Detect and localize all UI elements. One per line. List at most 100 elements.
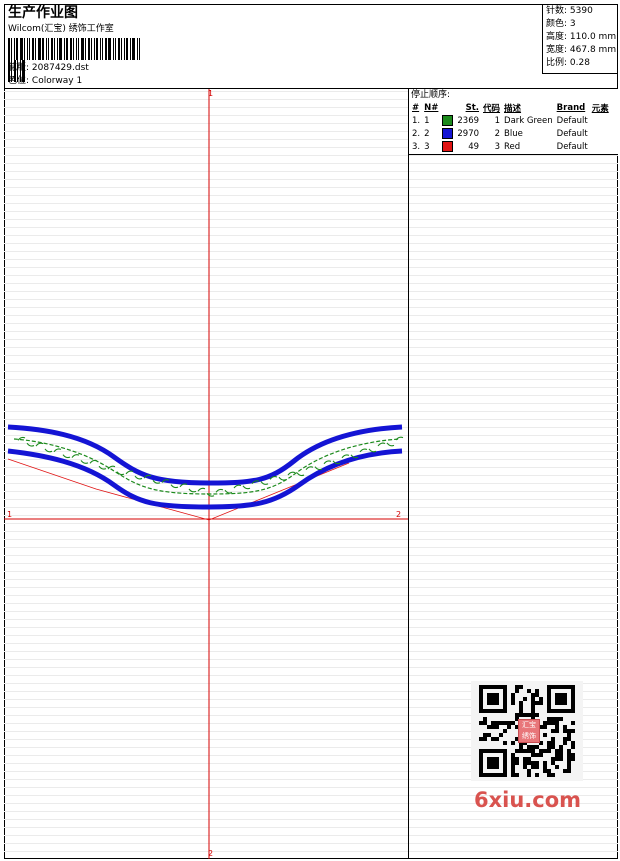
qr-module <box>527 769 531 773</box>
qr-module <box>531 701 535 705</box>
qr-module <box>519 709 523 713</box>
qr-module <box>535 773 539 777</box>
col-brand: Brand <box>556 102 586 113</box>
vine-leaf <box>323 460 332 465</box>
qr-module <box>515 757 519 761</box>
row-stitches: 2369 <box>457 115 480 126</box>
vine-leaf <box>26 442 35 447</box>
row-brand: Default <box>556 115 588 126</box>
stat-width-value: 467.8 mm <box>569 45 617 55</box>
qr-module <box>527 689 531 693</box>
qr-module <box>523 765 527 769</box>
qr-module <box>531 709 535 713</box>
color-swatch <box>442 128 454 139</box>
qr-module <box>479 721 483 725</box>
qr-module <box>479 737 483 741</box>
qr-module <box>523 713 527 717</box>
vine-leaf <box>197 487 206 492</box>
page-title: 生产作业图 <box>8 5 78 21</box>
vine-leaf <box>368 448 377 453</box>
col-stitches: St. <box>465 102 480 113</box>
axis-h-right-label: 2 <box>396 510 402 519</box>
row-brand: Default <box>556 128 588 139</box>
vine-leaf <box>62 454 71 459</box>
vine-leaf <box>386 442 395 447</box>
qr-module <box>567 765 571 769</box>
vine-leaf <box>98 465 107 470</box>
qr-module <box>551 737 555 741</box>
qr-module <box>551 721 555 725</box>
qr-module <box>559 749 563 753</box>
qr-module <box>547 741 551 745</box>
vine-leaf <box>125 470 134 475</box>
qr-module <box>539 749 543 753</box>
stat-colors-label: 颜色: <box>546 19 568 29</box>
stop-sequence-title: 停止顺序: <box>411 90 451 100</box>
row-swatch <box>440 140 455 153</box>
vine-leaf <box>224 489 233 494</box>
qr-module <box>503 741 507 745</box>
qr-module <box>515 689 519 693</box>
row-swatch <box>440 127 455 140</box>
header: 生产作业图 Wilcom(汇宝) 绣饰工作室 花版: 2087429.dst 色… <box>4 4 618 89</box>
row-stitches: 2970 <box>457 128 480 139</box>
qr-module <box>571 753 575 757</box>
seal-stamp: 汇宝绣饰 <box>518 719 540 743</box>
qr-module <box>483 721 487 725</box>
qr-module <box>555 721 559 725</box>
qr-module <box>511 741 515 745</box>
vine-leaf <box>377 442 386 447</box>
qr-module <box>523 697 527 701</box>
axis-v-top-label: 1 <box>208 89 214 98</box>
qr-module <box>547 773 551 777</box>
row-index: 1. <box>412 115 421 126</box>
qr-module <box>571 757 575 761</box>
studio-name: Wilcom(汇宝) 绣饰工作室 <box>8 24 114 34</box>
row-no: 1 <box>424 115 430 126</box>
row-code: 1 <box>494 115 501 126</box>
color-swatch <box>442 141 454 152</box>
qr-module <box>511 769 515 773</box>
qr-module <box>511 773 515 777</box>
qr-module <box>567 761 571 765</box>
qr-module <box>531 761 535 765</box>
colorway-line: 色位: Colorway 1 <box>8 75 82 87</box>
colorway-label: 色位: <box>8 76 30 86</box>
qr-module <box>523 749 527 753</box>
vine-leaf <box>44 448 53 453</box>
qr-module <box>483 717 487 721</box>
qr-module <box>535 753 539 757</box>
qr-module <box>507 721 511 725</box>
stat-scale-value: 0.28 <box>569 58 590 68</box>
qr-module <box>563 737 567 741</box>
qr-module <box>555 729 559 733</box>
qr-module <box>555 749 559 753</box>
qr-module <box>547 769 551 773</box>
qr-module <box>543 721 547 725</box>
file-label: 花版: <box>8 63 30 73</box>
qr-module <box>551 761 555 765</box>
qr-finder <box>555 693 567 705</box>
qr-module <box>491 721 495 725</box>
stat-colors: 颜色: 3 <box>546 18 618 31</box>
row-desc: Dark Green <box>504 115 553 126</box>
qr-module <box>559 757 563 761</box>
qr-module <box>567 737 571 741</box>
qr-module <box>539 697 543 701</box>
qr-module <box>519 685 523 689</box>
qr-module <box>511 753 515 757</box>
vine-leaf <box>215 488 224 493</box>
col-element: 元素 <box>591 103 609 114</box>
col-no: N# <box>424 102 439 113</box>
vine-leaf <box>170 484 179 489</box>
qr-module <box>555 717 559 721</box>
qr-module <box>559 717 563 721</box>
row-brand: Default <box>556 141 588 152</box>
qr-module <box>543 769 547 773</box>
vine-leaf <box>89 459 98 464</box>
qr-module <box>519 705 523 709</box>
qr-module <box>507 725 511 729</box>
qr-module <box>515 761 519 765</box>
qr-module <box>567 769 571 773</box>
qr-module <box>571 741 575 745</box>
